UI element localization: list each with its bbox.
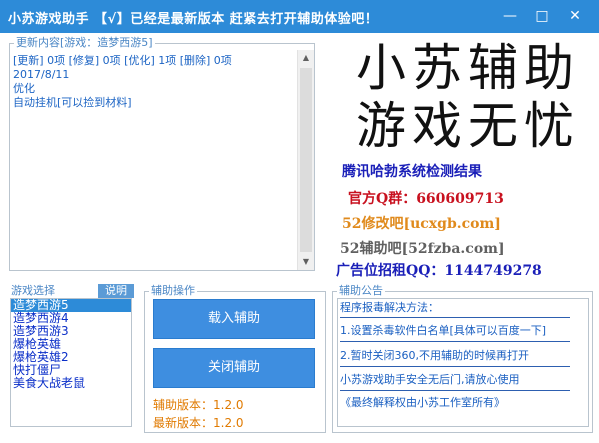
notice-line: 1.设置杀毒软件白名单[具体可以百度一下] — [340, 324, 547, 337]
title-bar: 小苏游戏助手 【√】已经是最新版本 赶紧去打开辅助体验吧！ — □ ✕ — [0, 0, 599, 33]
update-line: [更新] 0项 [修复] 0项 [优化] 1项 [删除] 0项 — [13, 54, 232, 67]
notice-line: 2.暂时关闭360,不用辅助的时候再打开 — [340, 349, 529, 362]
logo-line-1: 小苏辅助 — [356, 39, 580, 97]
notice-divider — [340, 390, 570, 391]
latest-version-label: 最新版本：1.2.0 — [153, 416, 244, 430]
logo-line-2: 游戏无忧 — [356, 97, 580, 155]
assist-ops-label: 辅助操作 — [149, 284, 197, 298]
tencent-check-link[interactable]: 腾讯哈勃系统检测结果 — [342, 161, 482, 181]
load-assist-button[interactable]: 载入辅助 — [153, 299, 315, 339]
update-line: 自动挂机[可以捡到材料] — [13, 96, 132, 109]
notice-divider — [340, 317, 570, 318]
scroll-thumb[interactable] — [300, 68, 312, 252]
notice-line: 程序报毒解决方法： — [340, 301, 439, 314]
minimize-button[interactable]: — — [499, 6, 521, 26]
window-title: 小苏游戏助手 【√】已经是最新版本 赶紧去打开辅助体验吧！ — [8, 12, 379, 27]
notice-label: 辅助公告 — [337, 284, 385, 298]
notice-box[interactable]: 程序报毒解决方法： 1.设置杀毒软件白名单[具体可以百度一下] 2.暂时关闭36… — [337, 298, 589, 427]
game-list-item[interactable]: 美食大战老鼠 — [11, 377, 131, 390]
ad-link[interactable]: 广告位招租QQ：1144749278 — [336, 260, 542, 280]
close-assist-button[interactable]: 关闭辅助 — [153, 348, 315, 388]
site-52xg-link[interactable]: 52修改吧[ucxgb.com] — [342, 213, 501, 233]
game-list[interactable]: 造梦西游5 造梦西游4 造梦西游3 爆枪英雄 爆枪英雄2 快打僵尸 美食大战老鼠 — [10, 298, 132, 427]
explain-button[interactable]: 说明 — [98, 284, 134, 298]
update-line: 优化 — [13, 82, 35, 95]
update-scrollbar[interactable]: ▲ ▼ — [297, 50, 314, 270]
game-select-label: 游戏选择 — [9, 284, 57, 298]
update-line: 2017/8/11 — [13, 68, 70, 81]
notice-divider — [340, 366, 570, 367]
notice-divider — [340, 341, 570, 342]
scroll-down-icon[interactable]: ▼ — [298, 254, 314, 270]
update-text[interactable]: [更新] 0项 [修复] 0项 [优化] 1项 [删除] 0项 2017/8/1… — [13, 54, 296, 110]
scroll-up-icon[interactable]: ▲ — [298, 50, 314, 66]
site-52fz-link[interactable]: 52辅助吧[52fzba.com] — [340, 238, 505, 258]
notice-line: 《最终解释权由小苏工作室所有》 — [340, 396, 505, 409]
update-panel-label: 更新内容[游戏：造梦西游5] — [14, 36, 155, 50]
maximize-button[interactable]: □ — [531, 6, 553, 26]
notice-line: 小苏游戏助手安全无后门,请放心使用 — [340, 373, 520, 386]
close-button[interactable]: ✕ — [564, 6, 586, 26]
update-panel: 更新内容[游戏：造梦西游5] [更新] 0项 [修复] 0项 [优化] 1项 [… — [9, 36, 315, 271]
qq-group-link[interactable]: 官方Q群：660609713 — [348, 188, 504, 208]
assist-version-label: 辅助版本：1.2.0 — [153, 398, 244, 412]
